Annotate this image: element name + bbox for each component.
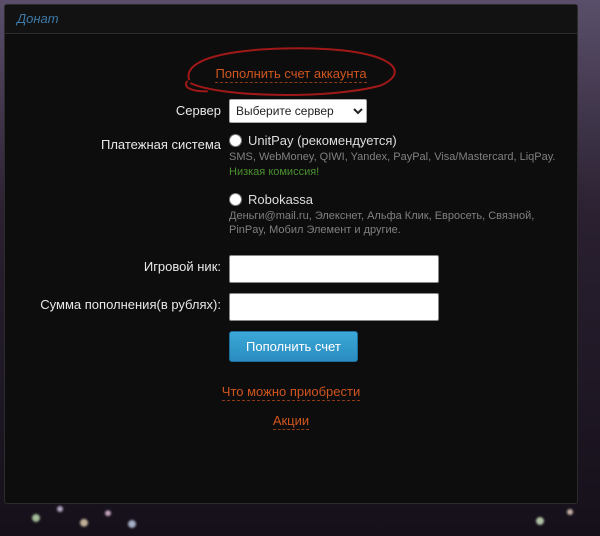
server-row: Сервер Выберите сервер — [25, 99, 557, 123]
nickname-input[interactable] — [229, 255, 439, 283]
page-title[interactable]: Пополнить счет аккаунта — [215, 66, 366, 83]
robokassa-radio[interactable] — [229, 193, 242, 206]
submit-row: Пополнить счет — [25, 331, 557, 362]
robokassa-desc: Деньги@mail.ru, Элекснет, Альфа Клик, Ев… — [229, 209, 557, 237]
link-promo[interactable]: Акции — [273, 413, 309, 430]
payment-system-label: Платежная система — [25, 133, 229, 152]
server-select[interactable]: Выберите сервер — [229, 99, 367, 123]
amount-label: Сумма пополнения(в рублях): — [25, 293, 229, 312]
nickname-label: Игровой ник: — [25, 255, 229, 274]
amount-row: Сумма пополнения(в рублях): — [25, 293, 557, 321]
panel-content: Пополнить счет аккаунта Сервер Выберите … — [5, 34, 577, 436]
payment-option-unitpay[interactable]: UnitPay (рекомендуется) — [229, 133, 557, 148]
title-row: Пополнить счет аккаунта — [25, 66, 557, 83]
unitpay-desc: SMS, WebMoney, QIWI, Yandex, PayPal, Vis… — [229, 150, 557, 164]
footer-links: Что можно приобрести Акции — [25, 378, 557, 436]
unitpay-label: UnitPay (рекомендуется) — [248, 133, 397, 148]
header-tab[interactable]: Донат — [17, 11, 59, 26]
unitpay-note: Низкая комиссия! — [229, 166, 557, 178]
payment-option-robokassa[interactable]: Robokassa — [229, 192, 557, 207]
nickname-row: Игровой ник: — [25, 255, 557, 283]
robokassa-label: Robokassa — [248, 192, 313, 207]
amount-input[interactable] — [229, 293, 439, 321]
submit-button[interactable]: Пополнить счет — [229, 331, 358, 362]
panel-header: Донат — [5, 5, 577, 34]
payment-system-row: Платежная система UnitPay (рекомендуется… — [25, 133, 557, 239]
server-label: Сервер — [25, 99, 229, 118]
unitpay-radio[interactable] — [229, 134, 242, 147]
donate-panel: Донат Пополнить счет аккаунта Сервер Выб… — [4, 4, 578, 504]
link-what-to-buy[interactable]: Что можно приобрести — [222, 384, 360, 401]
